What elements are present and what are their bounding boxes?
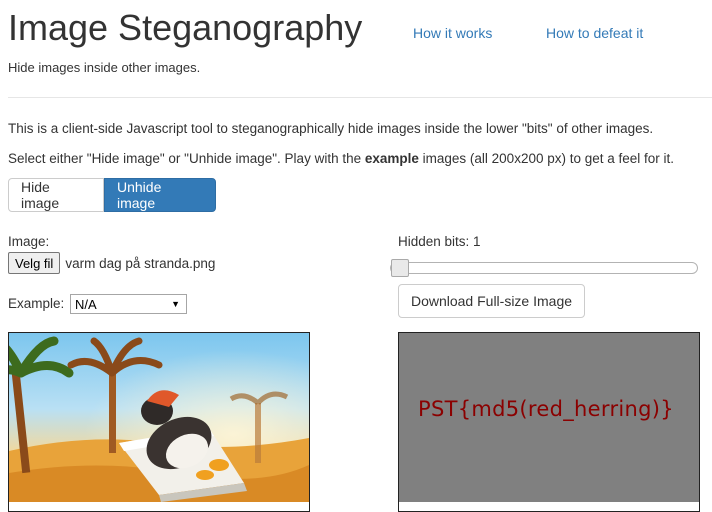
revealed-hidden-text: PST{md5(red_herring)}	[418, 397, 674, 421]
mode-toggle-group: Hide image Unhide image	[8, 178, 216, 212]
revealed-image: PST{md5(red_herring)}	[399, 333, 699, 502]
example-select[interactable]: N/A ▼	[70, 294, 187, 314]
intro-line-2-start: Select either "Hide image" or "Unhide im…	[8, 151, 365, 166]
example-label: Example:	[8, 296, 65, 311]
intro-line-1: This is a client-side Javascript tool to…	[8, 121, 654, 136]
choose-file-button[interactable]: Velg fil	[8, 252, 61, 274]
nav-how-it-works-link[interactable]: How it works	[413, 24, 492, 42]
source-image-canvas	[8, 332, 310, 512]
beach-penguin-image	[9, 333, 309, 502]
slider-thumb[interactable]	[391, 259, 409, 277]
image-file-input: Velg fil varm dag på stranda.png	[8, 252, 215, 274]
header-divider	[8, 97, 712, 98]
hidden-bits-label: Hidden bits: 1	[398, 234, 481, 249]
intro-line-2-bold: example	[364, 151, 419, 166]
intro-line-2: Select either "Hide image" or "Unhide im…	[8, 150, 674, 168]
canvas-right-margin	[399, 502, 699, 511]
nav-how-to-defeat-link[interactable]: How to defeat it	[546, 24, 643, 42]
download-full-size-button[interactable]: Download Full-size Image	[398, 284, 585, 318]
example-select-value: N/A	[75, 296, 97, 312]
unhide-image-button[interactable]: Unhide image	[104, 178, 216, 212]
page-title: Image Steganography	[8, 7, 363, 48]
canvas-left-margin	[9, 502, 309, 511]
image-input-label: Image:	[8, 234, 50, 249]
selected-file-name: varm dag på stranda.png	[65, 255, 216, 271]
output-image-canvas: PST{md5(red_herring)}	[398, 332, 700, 512]
page-subtitle: Hide images inside other images.	[8, 60, 201, 75]
dropdown-arrow-icon: ▼	[171, 299, 180, 309]
hide-image-button[interactable]: Hide image	[8, 178, 104, 212]
intro-line-2-end: images (all 200x200 px) to get a feel fo…	[418, 151, 675, 166]
hidden-bits-slider[interactable]	[390, 259, 698, 277]
